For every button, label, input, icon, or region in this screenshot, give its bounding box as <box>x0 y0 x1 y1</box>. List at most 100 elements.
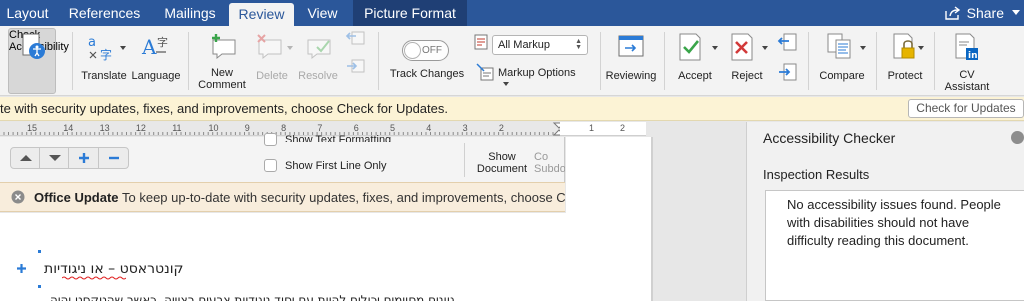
share-button[interactable]: Share <box>944 0 1004 26</box>
markup-display-select[interactable]: All Markup ▲ ▼ <box>492 35 588 55</box>
move-up-button[interactable] <box>11 148 40 168</box>
reject-x-icon <box>731 33 753 61</box>
check-accessibility-button[interactable]: Check Accessibility <box>8 28 69 94</box>
expand-button[interactable] <box>70 148 99 168</box>
toggle-knob <box>404 42 421 59</box>
reviewing-label: Reviewing <box>605 70 657 82</box>
ribbon-divider <box>72 32 73 90</box>
svg-text:in: in <box>968 51 978 61</box>
delete-dropdown-icon[interactable] <box>287 46 293 50</box>
select-arrows-icon: ▲ ▼ <box>575 38 582 51</box>
show-document-button[interactable]: Show Document <box>472 151 532 175</box>
spelling-underline <box>62 276 126 280</box>
plus-icon <box>79 153 89 163</box>
tab-view[interactable]: View <box>294 0 351 26</box>
previous-comment-icon[interactable] <box>344 30 366 50</box>
reject-dropdown-icon[interactable] <box>762 46 768 50</box>
minus-icon <box>109 156 119 160</box>
ruler-number: 9 <box>244 123 250 133</box>
cv-assistant-label-2: Assistant <box>944 81 990 93</box>
horizontal-ruler[interactable]: 15 14 13 12 11 10 9 8 7 6 5 4 3 2 <box>0 122 566 136</box>
protect-button[interactable]: Protect <box>880 30 930 90</box>
ribbon-divider <box>600 32 601 90</box>
triangle-up-icon <box>20 155 32 161</box>
protect-lock-icon <box>893 33 915 59</box>
ruler-number: 15 <box>27 123 38 133</box>
accessibility-icon <box>22 33 45 59</box>
collapse-subdocuments-button[interactable]: Co Subdo <box>534 151 565 175</box>
inspection-results-text: No accessibility issues found. People wi… <box>787 197 1001 248</box>
check-for-updates-button[interactable]: Check for Updates <box>908 99 1024 118</box>
tab-references[interactable]: References <box>57 0 152 26</box>
show-text-formatting-checkbox[interactable] <box>264 133 277 146</box>
delete-comment-button[interactable]: Delete <box>250 30 294 90</box>
document-background <box>653 137 746 301</box>
ruler-ticks <box>3 132 554 135</box>
pane-title: Accessibility Checker <box>763 130 896 146</box>
cv-assistant-button[interactable]: in CV Assistant <box>940 30 994 93</box>
translate-label: Translate <box>81 70 127 82</box>
new-comment-button[interactable]: New Comment <box>196 30 248 92</box>
cv-assistant-label-1: CV <box>959 69 975 81</box>
protect-dropdown-icon[interactable] <box>918 46 924 50</box>
resolve-button[interactable]: Resolve <box>296 30 340 90</box>
show-first-line-checkbox[interactable] <box>264 159 277 172</box>
next-change-icon[interactable] <box>776 62 798 84</box>
accept-dropdown-icon[interactable] <box>712 46 718 50</box>
previous-change-icon[interactable] <box>776 32 798 54</box>
close-pane-icon[interactable] <box>1011 131 1024 144</box>
markup-options-button[interactable]: Markup Options <box>498 67 580 91</box>
horizontal-ruler-page[interactable]: 1 2 <box>560 122 646 136</box>
ribbon-divider <box>934 32 935 90</box>
ribbon-divider <box>188 32 189 90</box>
ribbon-divider <box>664 32 665 90</box>
compare-dropdown-icon[interactable] <box>860 46 866 50</box>
accept-check-icon <box>679 33 701 61</box>
next-comment-icon[interactable] <box>344 58 366 78</box>
tab-review[interactable]: Review <box>229 3 294 26</box>
translate-button[interactable]: a 字 Translate <box>80 30 128 90</box>
delete-comment-icon <box>257 34 282 60</box>
triangle-down-icon <box>49 155 61 161</box>
track-changes-toggle[interactable]: OFF <box>402 40 449 61</box>
close-notification-icon[interactable] <box>11 190 25 204</box>
inspection-results-box: No accessibility issues found. People wi… <box>765 190 1024 301</box>
accept-label: Accept <box>678 70 712 82</box>
accept-button[interactable]: Accept <box>670 30 720 90</box>
move-down-button[interactable] <box>40 148 69 168</box>
collapse-button[interactable] <box>100 148 129 168</box>
ribbon-divider <box>876 32 877 90</box>
resolve-icon <box>307 39 331 60</box>
collapse-label-1: Co <box>534 151 549 163</box>
compare-button[interactable]: Compare <box>814 30 870 90</box>
outline-view-toolbar: Show Text Formatting Show First Line Onl… <box>0 133 565 182</box>
update-message-bar: te with security updates, fixes, and imp… <box>0 97 1024 121</box>
resolve-label: Resolve <box>298 70 338 82</box>
share-dropdown-icon[interactable] <box>1012 10 1020 15</box>
compare-documents-icon <box>827 33 851 59</box>
word-window: Layout References Mailings Review View P… <box>0 0 1024 301</box>
collapse-label-2: Subdo <box>534 163 565 175</box>
ruler-number: 11 <box>172 123 182 133</box>
ruler-number: 8 <box>281 123 287 133</box>
tab-picture-format[interactable]: Picture Format <box>353 0 467 26</box>
share-icon <box>944 6 960 20</box>
reviewing-pane-button[interactable]: Reviewing <box>604 30 658 90</box>
tab-mailings[interactable]: Mailings <box>152 0 228 26</box>
reject-button[interactable]: Reject <box>722 30 772 90</box>
paragraph-marker <box>38 250 41 253</box>
tab-layout[interactable]: Layout <box>0 0 55 26</box>
new-comment-label-2: Comment <box>198 79 246 91</box>
markup-options-label: Markup Options <box>498 67 576 79</box>
ruler-number: 4 <box>426 123 432 133</box>
document-page-margin[interactable] <box>566 137 652 301</box>
markup-display-value: All Markup <box>498 39 550 51</box>
ruler-number: 1 <box>589 123 595 133</box>
svg-text:A: A <box>141 35 157 59</box>
cv-assistant-icon: in <box>955 33 978 61</box>
paragraph-marker <box>38 285 41 288</box>
language-button[interactable]: A 字 Language <box>130 30 182 90</box>
document-canvas[interactable]: קונטראסט – או ניגודיות גוונים מסוימים יכ… <box>0 213 566 301</box>
outline-expand-plus-icon[interactable] <box>16 263 27 274</box>
translate-dropdown-icon[interactable] <box>120 46 126 50</box>
